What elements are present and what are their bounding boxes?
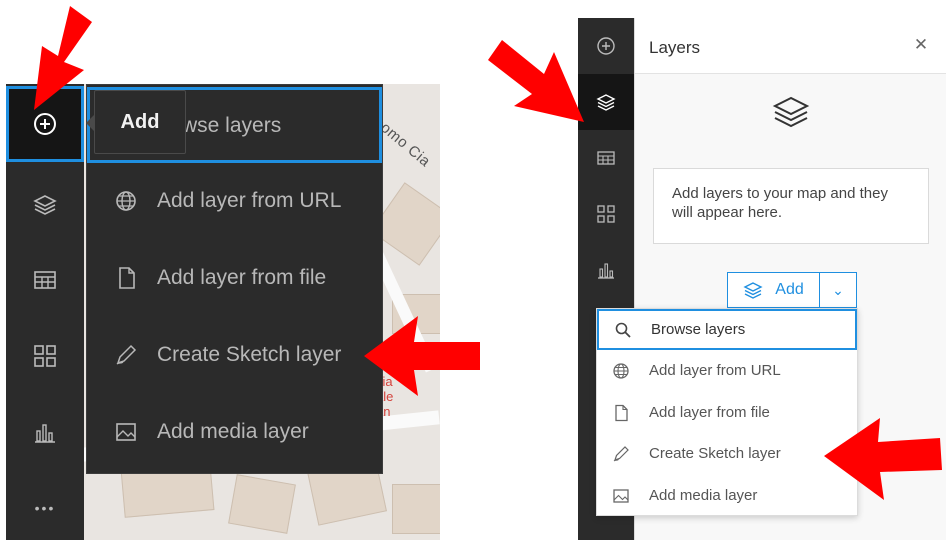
chart-button[interactable] (6, 394, 84, 470)
add-media-layer-item[interactable]: Add media layer (87, 394, 382, 470)
add-layer-from-file-item[interactable]: Add layer from file (597, 392, 857, 433)
create-sketch-layer-item[interactable]: Create Sketch layer (597, 433, 857, 474)
add-layer-from-url-label: Add layer from URL (649, 362, 781, 379)
widgets-icon (34, 345, 56, 367)
chart-icon (598, 263, 614, 279)
add-split-button: Add ⌄ (727, 272, 857, 308)
annotation-arrow (824, 418, 942, 500)
file-icon (111, 263, 141, 293)
table-icon (34, 271, 56, 289)
add-media-layer-label: Add media layer (157, 420, 309, 443)
sketch-icon (611, 444, 631, 464)
add-layer-from-url-label: Add layer from URL (157, 189, 342, 212)
widgets-icon (597, 205, 615, 223)
globe-icon (111, 186, 141, 216)
layers-icon (596, 94, 616, 111)
add-layer-from-url-item[interactable]: Add layer from URL (87, 163, 382, 239)
add-layer-from-file-label: Add layer from file (649, 404, 770, 421)
layers-icon (33, 195, 57, 215)
panel-title: Layers (649, 38, 701, 57)
media-icon (611, 486, 631, 506)
media-icon (111, 417, 141, 447)
create-sketch-layer-item[interactable]: Create Sketch layer (87, 317, 382, 393)
table-button[interactable] (6, 242, 84, 318)
add-layer-from-file-label: Add layer from file (157, 266, 327, 289)
globe-icon (611, 361, 631, 381)
table-button[interactable] (578, 130, 634, 186)
add-layer-dropdown: Browse layers Add layer from URL Add lay… (596, 308, 858, 516)
add-circle-icon (34, 113, 56, 135)
file-icon (611, 403, 631, 423)
close-icon[interactable]: ✕ (911, 35, 931, 55)
browse-layers-label: wse layers (182, 114, 282, 137)
layers-icon (743, 282, 763, 299)
add-layer-button[interactable]: Add (728, 273, 820, 307)
widgets-button[interactable] (6, 318, 84, 394)
layers-icon (772, 96, 810, 128)
sketch-icon (111, 340, 141, 370)
panel-header: Layers ✕ (635, 18, 946, 74)
table-icon (597, 151, 615, 165)
add-layer-button-label: Add (775, 281, 804, 298)
search-icon (613, 320, 633, 340)
add-media-layer-label: Add media layer (649, 487, 758, 504)
widgets-button[interactable] (578, 186, 634, 242)
action-bar: ••• (6, 84, 84, 540)
annotation-arrow (364, 316, 480, 396)
add-layer-from-url-item[interactable]: Add layer from URL (597, 350, 857, 391)
browse-layers-item[interactable]: Browse layers (597, 309, 857, 350)
more-button[interactable]: ••• (6, 470, 84, 540)
chevron-down-icon[interactable]: ⌄ (820, 273, 856, 307)
annotation-arrow (488, 40, 584, 122)
layers-button[interactable] (6, 166, 84, 242)
add-circle-icon (597, 37, 615, 55)
tooltip-pointer (86, 115, 94, 131)
add-layer-from-file-item[interactable]: Add layer from file (87, 240, 382, 316)
create-sketch-layer-label: Create Sketch layer (157, 343, 342, 366)
add-media-layer-item[interactable]: Add media layer (597, 475, 857, 516)
annotation-arrow (34, 6, 92, 110)
chart-button[interactable] (578, 242, 634, 298)
chart-icon (35, 424, 55, 443)
empty-layers-message: Add layers to your map and they will app… (653, 168, 929, 244)
browse-layers-label: Browse layers (651, 321, 746, 338)
create-sketch-layer-label: Create Sketch layer (649, 445, 781, 462)
